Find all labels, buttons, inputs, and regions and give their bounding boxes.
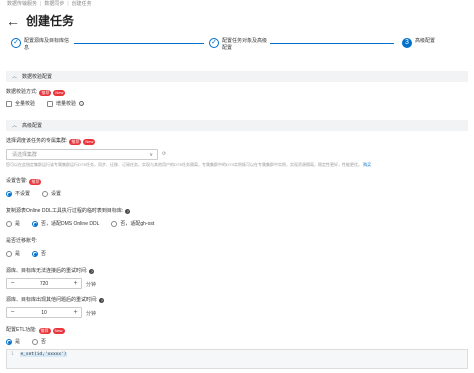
option-label: 是 [15, 251, 21, 257]
recommend-badge: 推荐 [38, 327, 51, 334]
recommend-badge: 推荐 [39, 89, 52, 96]
recommend-badge: 推荐 [69, 138, 82, 145]
migrate-account-label: 是否迁移账号: [6, 238, 37, 245]
step-label: 配置任务对象及高级配置 [222, 38, 268, 51]
section-data-check[interactable]: ︿ 数据校验配置 [6, 71, 468, 82]
help-icon[interactable]: ? [125, 209, 131, 214]
label-text: 源库、目标库无法连接后的重试时间: [6, 268, 88, 274]
buy-link[interactable]: 购买 [363, 162, 371, 167]
select-placeholder: 请选择集群 [12, 152, 38, 158]
option-label: 设置 [51, 191, 62, 197]
no-alert-radio[interactable] [6, 190, 12, 197]
option-label: 否，适配DMS Online DDL [41, 221, 100, 227]
help-icon[interactable]: ? [79, 101, 85, 107]
option-label: 是 [15, 221, 21, 227]
line-number: 1 [11, 352, 14, 357]
ddl-ghost-radio[interactable] [111, 220, 118, 227]
check-mode-options: 全量校验 增量校验 ? [6, 100, 85, 107]
migrate-yes-radio[interactable] [6, 250, 12, 257]
cluster-select[interactable]: 请选择集群 ∨ [6, 149, 158, 160]
page-header: ← 创建任务 [6, 12, 74, 29]
option-label: 是 [15, 339, 21, 345]
step-number: 3 [402, 38, 412, 48]
unit-label: 分钟 [86, 311, 97, 317]
section-advanced[interactable]: ︿ 高级配置 [6, 120, 468, 131]
option-label: 否 [41, 339, 47, 345]
label-text: 复制源表Online DDL工具执行过程的临时表到目标库: [6, 208, 124, 214]
label-text: 选择调度该任务的专属集群: [6, 138, 68, 144]
breadcrumb: 数据传输服务 | 数据同步 | 创建任务 [7, 0, 92, 9]
step-1: ✓ 配置源库及目标库信息 [11, 38, 74, 52]
migrate-account-options: 是 否 [6, 250, 46, 257]
step-label: 高级配置 [415, 38, 436, 44]
check-icon: ✓ [209, 38, 219, 48]
code-text[interactable]: e_set(id,'xxxxx') [20, 352, 67, 357]
chevron-up-icon: ︿ [12, 74, 18, 80]
retry-conn-stepper: − 720 + [6, 278, 82, 289]
chevron-up-icon: ︿ [12, 123, 18, 129]
etl-yes-radio[interactable] [6, 338, 12, 345]
check-icon: ✓ [11, 38, 21, 48]
incremental-check-checkbox[interactable] [47, 100, 54, 107]
retry-conn-label: 源库、目标库无法连接后的重试时间: ? [6, 268, 95, 275]
etl-options: 是 否 [6, 338, 46, 345]
cluster-description: 您可以在此指定集群运行该专属集群运行DTS任务，同步、迁移、订阅任务，实现与其他… [6, 162, 466, 168]
decrement-button[interactable]: − [7, 308, 18, 317]
help-icon[interactable]: ? [99, 298, 105, 303]
alert-label: 设置告警: 推荐 [6, 178, 42, 185]
breadcrumb-item: 创建任务 [71, 1, 92, 7]
label-text: 数据校验方式: [6, 89, 38, 95]
refresh-icon[interactable]: ⟳ [162, 151, 166, 158]
option-label: 增量校验 [56, 101, 77, 107]
recommend-badge: 推荐 [29, 178, 42, 185]
etl-code-editor[interactable]: 1 e_set(id,'xxxxx') [6, 349, 468, 369]
ddl-dms-radio[interactable] [32, 220, 39, 227]
option-label: 全量校验 [15, 101, 36, 107]
stepper-value[interactable]: 720 [18, 281, 70, 287]
option-label: 否，适配gh-ost [120, 221, 155, 227]
retry-other-stepper: − 10 + [6, 307, 82, 318]
step-label: 配置源库及目标库信息 [24, 38, 70, 51]
breadcrumb-item[interactable]: 数据传输服务 [7, 0, 37, 9]
step-3: 3 高级配置 [400, 38, 463, 48]
wizard-steps: ✓ 配置源库及目标库信息 ✓ 配置任务对象及高级配置 3 高级配置 [0, 38, 474, 66]
increment-button[interactable]: + [70, 308, 81, 317]
unit-label: 分钟 [86, 282, 97, 288]
chevron-down-icon: ∨ [149, 151, 153, 158]
etl-no-radio[interactable] [32, 338, 39, 345]
ddl-options: 是 否，适配DMS Online DDL 否，适配gh-ost [6, 220, 154, 227]
check-mode-label: 数据校验方式: 推荐 New [6, 89, 66, 96]
description-text: 您可以在此指定集群运行该专属集群运行DTS任务，同步、迁移、订阅任务，实现与其他… [6, 162, 362, 167]
retry-other-label: 源库、目标库出现其他问题后的重试时间: ? [6, 297, 105, 304]
decrement-button[interactable]: − [7, 279, 18, 288]
new-badge: New [52, 327, 65, 334]
page-title: 创建任务 [26, 14, 75, 28]
alert-options: 不设置 设置 [6, 190, 61, 197]
create-task-page: 数据传输服务 | 数据同步 | 创建任务 ← 创建任务 ✓ 配置源库及目标库信息… [0, 0, 474, 373]
option-label: 否 [41, 251, 47, 257]
label-text: 是否迁移账号: [6, 238, 38, 244]
set-alert-radio[interactable] [42, 190, 49, 197]
etl-label: 配置ETL功能: 推荐 New [6, 327, 65, 334]
breadcrumb-item[interactable]: 数据同步 [44, 0, 64, 9]
label-text: 配置ETL功能: [6, 327, 37, 333]
label-text: 设置告警: [6, 178, 28, 184]
section-title: 高级配置 [22, 123, 43, 129]
step-2: ✓ 配置任务对象及高级配置 [207, 38, 270, 52]
option-label: 不设置 [15, 191, 31, 197]
increment-button[interactable]: + [70, 279, 81, 288]
ddl-yes-radio[interactable] [6, 220, 12, 227]
help-icon[interactable]: ? [89, 269, 95, 274]
ddl-label: 复制源表Online DDL工具执行过程的临时表到目标库: ? [6, 208, 131, 215]
label-text: 源库、目标库出现其他问题后的重试时间: [6, 297, 98, 303]
migrate-no-radio[interactable] [32, 250, 39, 257]
new-badge: New [83, 138, 96, 145]
new-badge: New [53, 89, 66, 96]
cluster-label: 选择调度该任务的专属集群: 推荐 New [6, 138, 96, 145]
stepper-value[interactable]: 10 [18, 310, 70, 316]
back-arrow-icon[interactable]: ← [6, 14, 20, 28]
section-title: 数据校验配置 [22, 74, 53, 80]
full-check-checkbox[interactable] [6, 100, 12, 107]
